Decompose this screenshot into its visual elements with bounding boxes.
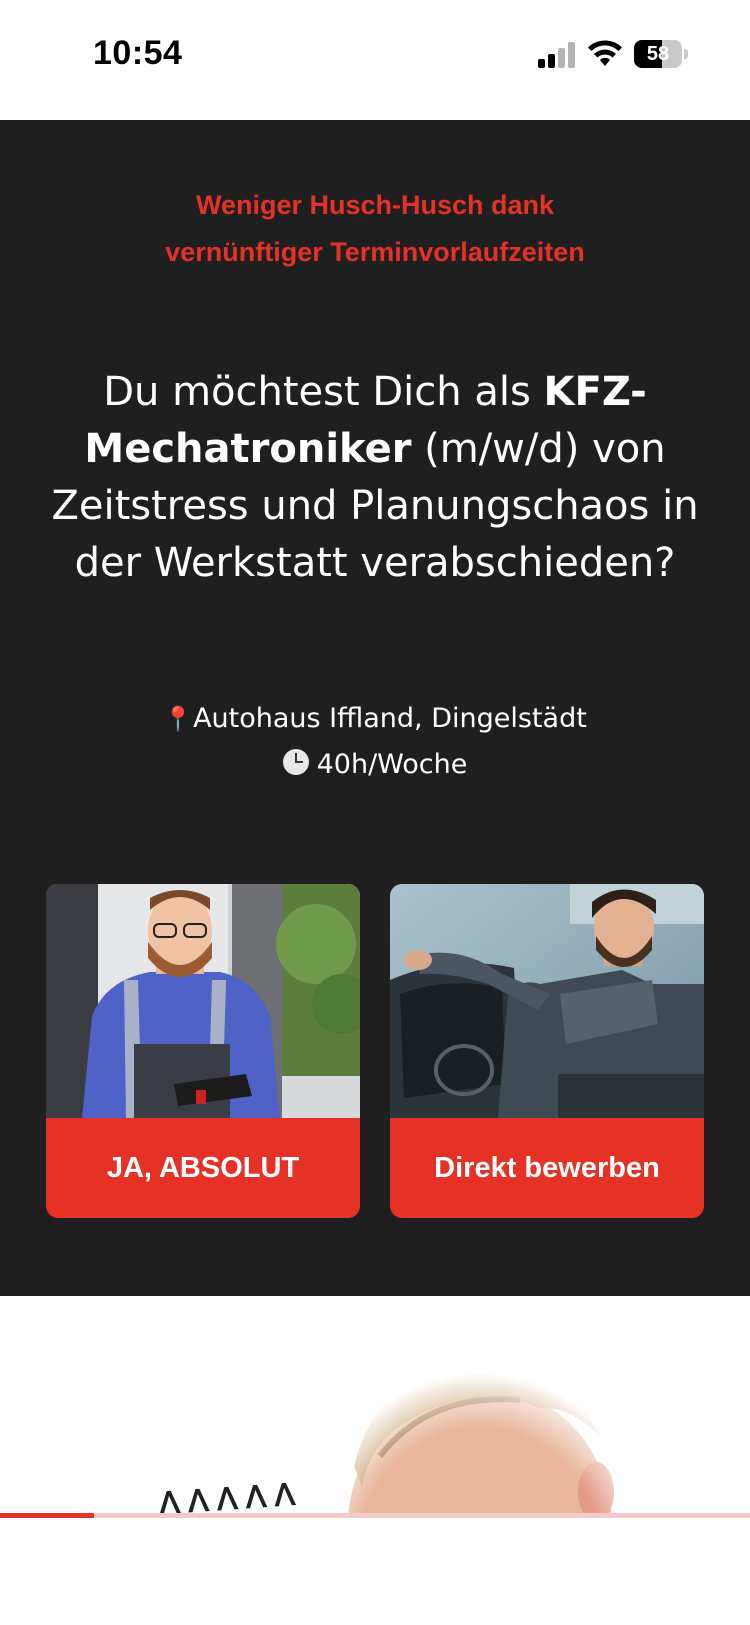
apply-directly-button[interactable]: Direkt bewerben [390, 1118, 704, 1218]
browser-bottom-area [0, 1518, 750, 1625]
location-line: 📍Autohaus Iffland, Dingelstädt [100, 696, 650, 742]
headline-intro: Du möchtest Dich als [103, 369, 544, 415]
mechanic-photo-car-door [390, 884, 704, 1118]
wifi-icon [587, 38, 623, 68]
mechanic-photo-overalls [46, 884, 360, 1118]
next-section-preview: ᐱ ᐱ ᐱ ᐱ ᐱ [0, 1296, 750, 1516]
hours-line: 40h/Woche [100, 742, 650, 788]
answer-card-yes[interactable]: JA, ABSOLUT [46, 884, 360, 1218]
status-bar: 10:54 58 [0, 0, 750, 120]
location-text: Autohaus Iffland, Dingelstädt [193, 703, 587, 734]
hero-headline: Du möchtest Dich als KFZ-Mechatroniker (… [50, 364, 700, 592]
hero-section: Weniger Husch-Husch dank vernünftiger Te… [0, 120, 750, 1440]
yes-absolutely-button[interactable]: JA, ABSOLUT [46, 1118, 360, 1218]
svg-text:ᐱ ᐱ ᐱ ᐱ ᐱ: ᐱ ᐱ ᐱ ᐱ ᐱ [157, 1478, 297, 1516]
kicker-line-1: Weniger Husch-Husch dank [195, 190, 555, 220]
pin-icon: 📍 [163, 705, 194, 733]
battery-level: 58 [646, 43, 670, 65]
job-meta: 📍Autohaus Iffland, Dingelstädt 40h/Woche [100, 696, 650, 788]
kicker-line-2: vernünftiger Terminvorlaufzeiten [165, 237, 585, 267]
status-time: 10:54 [93, 34, 183, 72]
hours-text: 40h/Woche [316, 749, 468, 780]
answer-card-apply[interactable]: Direkt bewerben [390, 884, 704, 1218]
cellular-signal-icon [538, 40, 576, 68]
hero-kicker: Weniger Husch-Husch dank vernünftiger Te… [90, 182, 660, 276]
battery-icon: 58 [634, 40, 688, 68]
clock-icon [282, 749, 309, 775]
